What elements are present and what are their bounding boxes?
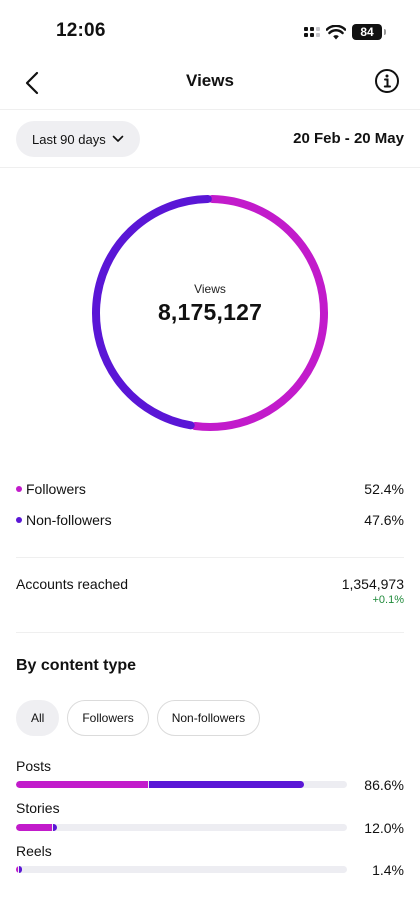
accounts-reached-value: 1,354,973	[341, 576, 404, 592]
chip-followers[interactable]: Followers	[67, 700, 149, 736]
status-bar: 12:06 84	[0, 0, 420, 62]
accounts-reached-label: Accounts reached	[16, 576, 129, 592]
content-row-label-reels: Reels	[16, 843, 52, 859]
content-row-label-posts: Posts	[16, 758, 52, 774]
content-bar-reels	[16, 866, 347, 873]
battery-icon: 84	[352, 24, 386, 40]
legend-label-non-followers: Non-followers	[26, 512, 112, 528]
divider	[16, 632, 404, 633]
content-row-percent-reels: 1.4%	[372, 862, 404, 878]
nav-bar: Views	[0, 62, 420, 110]
date-range-dropdown-label: Last 90 days	[32, 131, 106, 147]
wifi-icon	[326, 24, 346, 39]
status-time: 12:06	[56, 20, 106, 41]
divider	[16, 557, 404, 558]
legend-dot-followers	[16, 486, 22, 492]
content-row-percent-posts: 86.6%	[364, 777, 404, 793]
accounts-reached-change: +0.1%	[372, 594, 405, 606]
content-filter-chips: All Followers Non-followers	[16, 700, 261, 736]
legend-percent-non-followers: 47.6%	[364, 512, 404, 528]
filter-row: Last 90 days 20 Feb - 20 May	[0, 111, 420, 168]
legend-label-followers: Followers	[26, 481, 86, 497]
legend-row-followers: Followers 52.4%	[16, 479, 404, 499]
bar-segment-non-followers	[149, 781, 304, 788]
bar-segment-non-followers	[19, 866, 22, 873]
chip-all[interactable]: All	[16, 700, 60, 736]
info-icon[interactable]	[374, 68, 400, 94]
date-range-dropdown[interactable]: Last 90 days	[16, 121, 140, 157]
section-title-content-type: By content type	[16, 657, 137, 674]
bar-segment-followers	[16, 824, 53, 831]
legend-percent-followers: 52.4%	[364, 481, 404, 497]
chevron-down-icon	[112, 135, 124, 142]
bar-segment-non-followers	[53, 824, 57, 831]
bar-segment-followers	[16, 866, 18, 873]
date-range-text: 20 Feb - 20 May	[293, 130, 404, 147]
content-row-percent-stories: 12.0%	[364, 820, 404, 836]
bar-segment-followers	[16, 781, 149, 788]
content-bar-posts	[16, 781, 347, 788]
legend-row-non-followers: Non-followers 47.6%	[16, 510, 404, 530]
donut-center-label: Views	[194, 282, 226, 296]
content-bar-stories	[16, 824, 347, 831]
legend-dot-non-followers	[16, 517, 22, 523]
content-row-label-stories: Stories	[16, 800, 60, 816]
cellular-signal-icon	[304, 27, 320, 37]
chip-non-followers[interactable]: Non-followers	[156, 700, 261, 736]
page-title: Views	[186, 71, 234, 90]
donut-center-total: 8,175,127	[157, 299, 263, 325]
status-icons: 84	[304, 22, 386, 42]
